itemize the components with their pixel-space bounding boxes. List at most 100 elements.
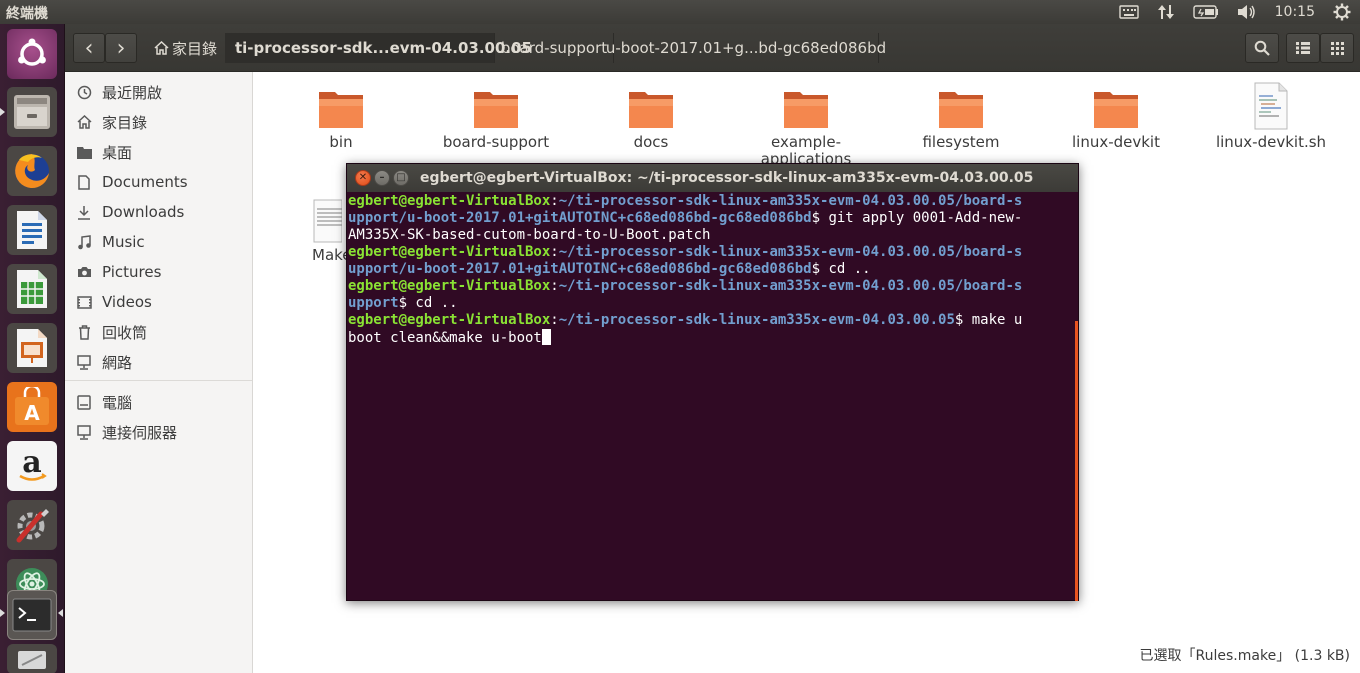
search-button[interactable] [1245, 33, 1279, 63]
sidebar-item-label: 桌面 [102, 143, 133, 162]
file-item-linux-devkit-sh[interactable]: linux-devkit.sh [1211, 82, 1331, 151]
prompt-path: ~/ti-processor-sdk-linux-am335x-evm-04.0… [558, 312, 955, 328]
misc-icon[interactable] [7, 644, 57, 673]
breadcrumb-uboot[interactable]: u-boot-2017.01+g...bd-gc68ed086bd [606, 33, 886, 63]
sidebar-item-recent[interactable]: 最近開啟 [65, 79, 252, 105]
sidebar-item-computer[interactable]: 電腦 [65, 389, 252, 415]
close-icon[interactable]: ✕ [355, 170, 371, 186]
breadcrumb-sdk-label: ti-processor-sdk...evm-04.03.00.05 [235, 39, 532, 57]
terminal-output[interactable]: egbert@egbert-VirtualBox:~/ti-processor-… [348, 193, 1076, 600]
sidebar-item-desktop[interactable]: 桌面 [65, 139, 252, 165]
terminal-focused-pip [58, 609, 63, 617]
keyboard-icon[interactable] [1118, 5, 1139, 19]
sidebar-item-home[interactable]: 家目錄 [65, 109, 252, 135]
status-text: 已選取「Rules.make」 (1.3 kB) [1139, 648, 1350, 664]
prompt-path: ~/ti-processor-sdk-linux-am335x-evm-04.0… [558, 193, 1023, 209]
sidebar-item-pictures[interactable]: Pictures [65, 259, 252, 285]
back-button[interactable]: ‹ [73, 33, 105, 63]
impress-icon[interactable] [7, 323, 57, 373]
ubuntu-dash-icon[interactable] [7, 29, 57, 79]
terminal-line: AM335X-SK-based-cutom-board-to-U-Boot.pa… [348, 227, 1076, 244]
firefox-icon[interactable] [7, 146, 57, 196]
list-view-button[interactable] [1286, 33, 1320, 63]
sidebar-item-label: 家目錄 [102, 113, 148, 132]
file-label: filesystem [922, 133, 1000, 151]
volume-icon[interactable] [1237, 4, 1257, 20]
file-item-bin[interactable]: bin [281, 86, 401, 151]
file-item-example-applications[interactable]: example- applications [746, 86, 866, 168]
terminal-scrollbar[interactable] [1075, 321, 1078, 601]
prompt-path: upport [348, 295, 399, 311]
terminal-text: $ git apply 0001-Add-new- [811, 210, 1023, 226]
minimize-icon[interactable]: – [374, 170, 390, 186]
terminal-text: $ cd .. [811, 261, 871, 277]
file-label: bin [329, 133, 353, 151]
terminal-text: boot clean&&make u-boot [348, 330, 542, 346]
prompt-user: egbert@egbert-VirtualBox [348, 193, 551, 209]
breadcrumb-board-support[interactable]: board-support [495, 33, 614, 63]
file-item-make[interactable]: Make [281, 199, 352, 264]
camera-icon [75, 266, 93, 278]
terminal-text: $ cd .. [398, 295, 458, 311]
breadcrumb-uboot-label: u-boot-2017.01+g...bd-gc68ed086bd [605, 39, 887, 57]
sidebar-item-documents[interactable]: Documents [65, 169, 252, 195]
grid-view-button[interactable] [1320, 33, 1354, 63]
breadcrumb-home-label: 家目錄 [172, 39, 218, 58]
svg-text:a: a [22, 446, 41, 480]
sidebar-item-label: 電腦 [102, 393, 133, 412]
amazon-icon[interactable]: a [7, 441, 57, 491]
sidebar-item-label: 連接伺服器 [102, 423, 178, 442]
network-updown-icon[interactable] [1157, 3, 1175, 21]
folder-icon [784, 92, 828, 128]
folder-icon [75, 146, 93, 159]
folder-icon [474, 92, 518, 128]
files-icon[interactable] [7, 87, 57, 137]
software-center-icon[interactable]: A [7, 382, 57, 432]
sidebar-item-label: Videos [102, 293, 152, 311]
sidebar-item-network[interactable]: 網路 [65, 349, 252, 375]
calc-icon[interactable] [7, 264, 57, 314]
file-item-linux-devkit[interactable]: linux-devkit [1056, 86, 1176, 151]
sidebar-separator [65, 380, 252, 381]
sidebar-item-label: 網路 [102, 353, 133, 372]
file-item-filesystem[interactable]: filesystem [901, 86, 1021, 151]
writer-icon[interactable] [7, 205, 57, 255]
maximize-icon[interactable]: □ [393, 170, 409, 186]
prompt-path: ~/ti-processor-sdk-linux-am335x-evm-04.0… [558, 244, 1023, 260]
terminal-icon[interactable] [7, 590, 57, 640]
sidebar-item-label: 最近開啟 [102, 83, 163, 102]
forward-button[interactable]: › [105, 33, 137, 63]
breadcrumb-home[interactable]: 家目錄 [145, 33, 229, 63]
terminal-title: egbert@egbert-VirtualBox: ~/ti-processor… [420, 170, 1034, 186]
script-file-icon [1254, 82, 1288, 130]
system-settings-icon[interactable] [7, 500, 57, 550]
home-icon [75, 115, 93, 129]
clock[interactable]: 10:15 [1275, 4, 1315, 20]
folder-icon [939, 92, 983, 128]
search-icon [1254, 40, 1270, 56]
computer-icon [75, 394, 93, 410]
sidebar-item-connect-server[interactable]: 連接伺服器 [65, 419, 252, 445]
folder-icon [1094, 92, 1138, 128]
prompt-path: upport/u-boot-2017.01+gitAUTOINC+c68ed08… [348, 261, 812, 277]
battery-icon[interactable] [1192, 5, 1219, 19]
trash-icon [75, 324, 93, 340]
terminal-titlebar[interactable]: ✕ – □ egbert@egbert-VirtualBox: ~/ti-pro… [347, 164, 1078, 192]
folder-icon [319, 92, 363, 128]
app-title: 終端機 [6, 6, 48, 22]
sidebar-item-videos[interactable]: Videos [65, 289, 252, 315]
power-gear-icon[interactable] [1333, 3, 1351, 21]
network-icon [75, 354, 93, 370]
breadcrumb-sdk[interactable]: ti-processor-sdk...evm-04.03.00.05 [225, 33, 532, 63]
file-item-docs[interactable]: docs [591, 86, 711, 151]
prompt-path: ~/ti-processor-sdk-linux-am335x-evm-04.0… [558, 278, 1023, 294]
sidebar: 最近開啟 家目錄 桌面 Documents Downloads Music Pi… [65, 72, 253, 673]
sidebar-item-downloads[interactable]: Downloads [65, 199, 252, 225]
chevron-left-icon: ‹ [84, 35, 94, 61]
sidebar-item-trash[interactable]: 回收筒 [65, 319, 252, 345]
svg-text:A: A [24, 401, 40, 425]
top-panel: 終端機 10:15 [0, 0, 1360, 24]
sidebar-item-music[interactable]: Music [65, 229, 252, 255]
terminal-window[interactable]: ✕ – □ egbert@egbert-VirtualBox: ~/ti-pro… [346, 163, 1079, 601]
file-item-board-support[interactable]: board-support [436, 86, 556, 151]
